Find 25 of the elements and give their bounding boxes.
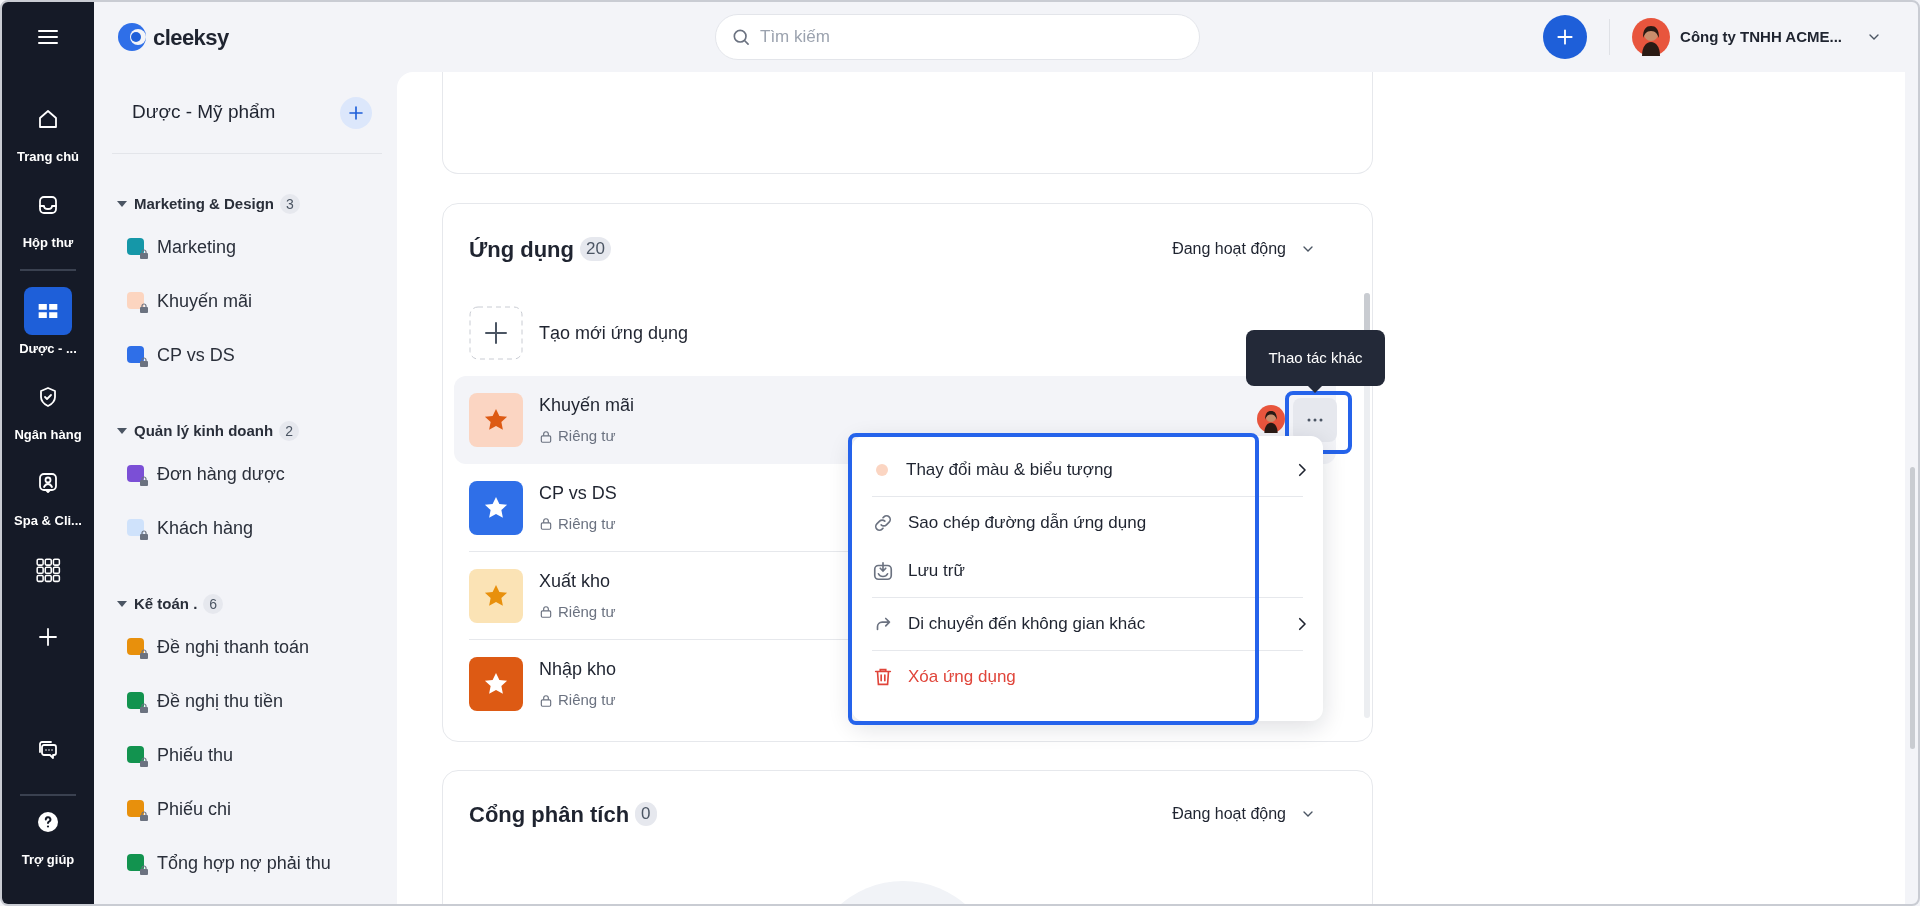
privacy-label: Riêng tư: [558, 426, 616, 447]
tooltip-text: Thao tác khác: [1268, 347, 1363, 368]
group-name: Quản lý kinh doanh: [134, 420, 274, 441]
app-name: CP vs DS: [539, 481, 617, 505]
privacy-label: Riêng tư: [558, 690, 616, 711]
count-badge: 6: [203, 594, 224, 614]
group-name: Kế toán .: [134, 593, 198, 614]
count-badge: 20: [580, 237, 611, 261]
create-app-label: Tạo mới ứng dụng: [539, 321, 688, 345]
space-title: Dược - Mỹ phẩm: [132, 100, 276, 125]
privacy-label: Riêng tư: [558, 513, 616, 534]
logo-text: cleeksy: [153, 23, 229, 52]
filter-label: Đang hoạt động: [1172, 239, 1286, 259]
privacy-label: Riêng tư: [558, 601, 616, 622]
section-title: Ứng dụng: [469, 235, 574, 264]
section-title: Cổng phân tích: [469, 800, 630, 829]
filter-label: Đang hoạt động: [1172, 804, 1286, 824]
count-badge: 3: [280, 194, 300, 214]
app-name: Xuất kho: [539, 569, 612, 593]
account-name: Công ty TNHH ACME...: [1680, 26, 1842, 47]
count-badge: 0: [635, 802, 657, 826]
group-name: Marketing & Design: [134, 193, 275, 214]
count-badge: 2: [279, 421, 299, 441]
app-name: Khuyến mãi: [539, 394, 635, 418]
app-name: Nhập kho: [539, 658, 617, 682]
